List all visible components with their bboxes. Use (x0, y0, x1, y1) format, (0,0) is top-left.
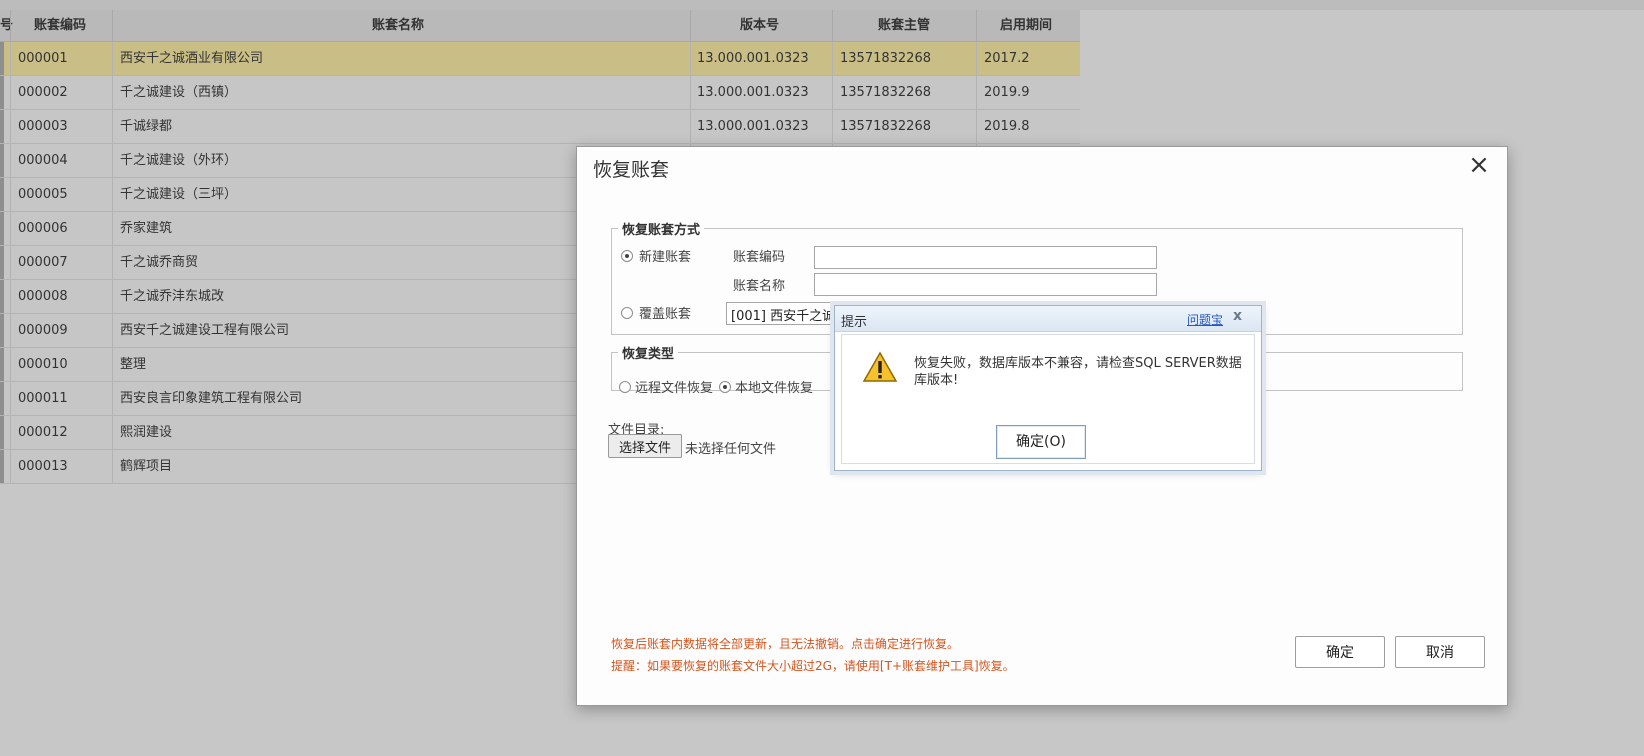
cell-code: 000004 (18, 153, 68, 168)
error-alert: 提示 问题宝 x 恢复失败，数据库版本不兼容，请检查SQL SERVER数据库版… (834, 305, 1262, 471)
cell-period: 2019.9 (984, 85, 1030, 100)
table-header: 号 账套编码 账套名称 版本号 账套主管 启用期间 (0, 10, 1080, 42)
cell-code: 000013 (18, 459, 68, 474)
alert-message: 恢复失败，数据库版本不兼容，请检查SQL SERVER数据库版本! (914, 356, 1242, 388)
cell-name: 千诚绿都 (120, 119, 173, 134)
cell-period: 2017.2 (984, 51, 1030, 66)
cell-code: 000005 (18, 187, 68, 202)
top-strip (0, 0, 1644, 10)
header-partial: 号 (0, 18, 14, 33)
cell-code: 000011 (18, 391, 68, 406)
close-icon[interactable]: × (1465, 151, 1493, 179)
restore-notice: 恢复后账套内数据将全部更新，且无法撤销。点击确定进行恢复。 (611, 637, 960, 651)
code-label: 账套编码 (733, 250, 786, 265)
local-restore-label: 本地文件恢复 (735, 381, 814, 396)
header-period[interactable]: 启用期间 (1000, 10, 1052, 42)
cell-code: 000006 (18, 221, 68, 236)
local-restore-radio[interactable] (719, 379, 731, 394)
name-label: 账套名称 (733, 279, 786, 294)
remote-restore-radio[interactable] (619, 379, 631, 394)
header-manager[interactable]: 账套主管 (878, 10, 930, 42)
cell-manager: 13571832268 (840, 85, 931, 100)
alert-close-icon[interactable]: x (1233, 308, 1242, 324)
header-name[interactable]: 账套名称 (372, 10, 424, 42)
cell-code: 000007 (18, 255, 68, 270)
choose-file-button[interactable]: 选择文件 (608, 434, 682, 458)
confirm-button[interactable]: 确定 (1295, 636, 1385, 668)
cell-manager: 13571832268 (840, 51, 931, 66)
alert-ok-button[interactable]: 确定(O) (996, 425, 1086, 459)
restore-method-legend: 恢复账套方式 (622, 223, 701, 238)
cell-version: 13.000.001.0323 (697, 85, 809, 100)
cancel-button[interactable]: 取消 (1395, 636, 1485, 668)
alert-header: 提示 问题宝 x (835, 306, 1261, 332)
cell-code: 000010 (18, 357, 68, 372)
new-account-label: 新建账套 (639, 250, 692, 265)
cell-version: 13.000.001.0323 (697, 119, 809, 134)
cell-name: 千之诚建设（西镇） (120, 85, 238, 100)
cell-code: 000002 (18, 85, 68, 100)
overwrite-account-radio[interactable] (621, 305, 633, 320)
size-reminder: 提醒：如果要恢复的账套文件大小超过2G，请使用[T+账套维护工具]恢复。 (611, 659, 1015, 673)
overwrite-account-value: [001] 西安千之诚 (731, 309, 836, 324)
warning-icon (862, 351, 898, 382)
new-account-radio[interactable] (621, 248, 633, 263)
alert-help-link[interactable]: 问题宝 (1187, 311, 1223, 328)
table-row[interactable]: 000001 西安千之诚酒业有限公司 13.000.001.0323 13571832… (0, 42, 1080, 76)
remote-restore-label: 远程文件恢复 (635, 381, 714, 396)
cell-manager: 13571832268 (840, 119, 931, 134)
account-name-input[interactable] (814, 273, 1157, 296)
account-code-input[interactable] (814, 246, 1157, 269)
restore-type-legend: 恢复类型 (622, 347, 675, 362)
cell-code: 000001 (18, 51, 68, 66)
cell-code: 000003 (18, 119, 68, 134)
cell-period: 2019.8 (984, 119, 1030, 134)
dialog-title: 恢复账套 (593, 159, 670, 181)
overwrite-account-label: 覆盖账套 (639, 307, 692, 322)
header-version[interactable]: 版本号 (740, 10, 779, 42)
cell-version: 13.000.001.0323 (697, 51, 809, 66)
table-row[interactable]: 000003 千诚绿都 13.000.001.0323 13571832268 2019… (0, 110, 1080, 144)
cell-code: 000012 (18, 425, 68, 440)
cell-code: 000008 (18, 289, 68, 304)
header-code[interactable]: 账套编码 (34, 10, 86, 42)
table-row[interactable]: 000002 千之诚建设（西镇） 13.000.001.0323 1357183226… (0, 76, 1080, 110)
alert-title: 提示 (841, 315, 868, 330)
cell-code: 000009 (18, 323, 68, 338)
cell-name: 西安千之诚酒业有限公司 (120, 51, 264, 66)
no-file-text: 未选择任何文件 (685, 442, 777, 457)
alert-body: 恢复失败，数据库版本不兼容，请检查SQL SERVER数据库版本! 确定(O) (841, 334, 1255, 464)
